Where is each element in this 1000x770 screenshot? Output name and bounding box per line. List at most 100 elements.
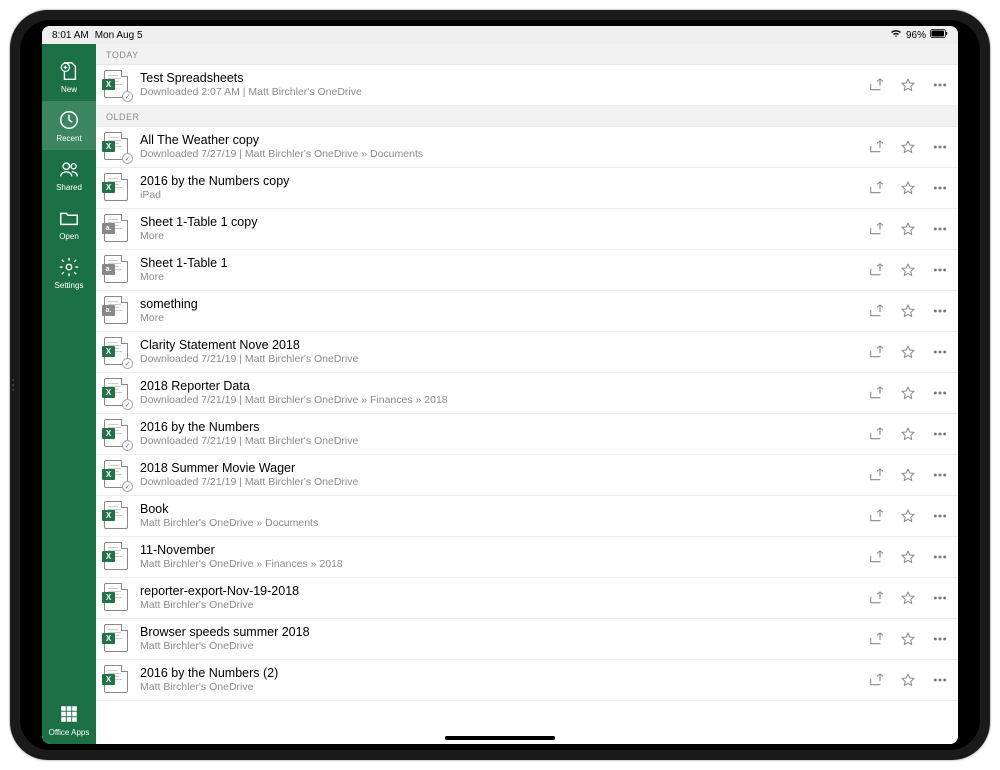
file-title: Sheet 1-Table 1 copy xyxy=(140,215,868,230)
file-row[interactable]: X11-NovemberMatt Birchler's OneDrive » F… xyxy=(96,537,958,578)
file-row[interactable]: X✓Test SpreadsheetsDownloaded 2:07 AM | … xyxy=(96,65,958,106)
pin-button[interactable] xyxy=(900,221,916,237)
share-icon xyxy=(868,139,884,155)
more-button[interactable] xyxy=(932,590,948,606)
sidebar-item-settings[interactable]: Settings xyxy=(42,248,96,297)
file-row[interactable]: X2016 by the Numbers copyiPad xyxy=(96,168,958,209)
pin-button[interactable] xyxy=(900,631,916,647)
file-icon: a. xyxy=(104,296,130,326)
file-row[interactable]: a.Sheet 1-Table 1 copyMore xyxy=(96,209,958,250)
file-title: Browser speeds summer 2018 xyxy=(140,625,868,640)
more-button[interactable] xyxy=(932,467,948,483)
pin-button[interactable] xyxy=(900,139,916,155)
star-icon xyxy=(900,549,916,565)
sidebar-item-office-apps[interactable]: Office Apps xyxy=(42,695,96,744)
file-row[interactable]: X2016 by the Numbers (2)Matt Birchler's … xyxy=(96,660,958,701)
file-subtitle: More xyxy=(140,312,868,326)
star-icon xyxy=(900,221,916,237)
more-button[interactable] xyxy=(932,180,948,196)
star-icon xyxy=(900,672,916,688)
pin-button[interactable] xyxy=(900,590,916,606)
file-icon: X xyxy=(104,624,130,654)
share-button[interactable] xyxy=(868,139,884,155)
more-button[interactable] xyxy=(932,139,948,155)
excel-badge: X xyxy=(102,592,115,603)
pin-button[interactable] xyxy=(900,385,916,401)
share-button[interactable] xyxy=(868,672,884,688)
file-subtitle: Downloaded 7/27/19 | Matt Birchler's One… xyxy=(140,148,868,162)
file-title: 2016 by the Numbers (2) xyxy=(140,666,868,681)
star-icon xyxy=(900,344,916,360)
sidebar-item-recent[interactable]: Recent xyxy=(42,101,96,150)
file-row[interactable]: Xreporter-export-Nov-19-2018Matt Birchle… xyxy=(96,578,958,619)
pin-button[interactable] xyxy=(900,77,916,93)
file-icon: X xyxy=(104,501,130,531)
file-subtitle: More xyxy=(140,271,868,285)
file-row[interactable]: a.somethingMore xyxy=(96,291,958,332)
sidebar-item-open[interactable]: Open xyxy=(42,199,96,248)
share-button[interactable] xyxy=(868,262,884,278)
share-button[interactable] xyxy=(868,77,884,93)
share-button[interactable] xyxy=(868,631,884,647)
file-row[interactable]: XBookMatt Birchler's OneDrive » Document… xyxy=(96,496,958,537)
file-icon: X✓ xyxy=(104,378,130,408)
share-button[interactable] xyxy=(868,467,884,483)
file-row[interactable]: X✓2018 Summer Movie WagerDownloaded 7/21… xyxy=(96,455,958,496)
more-button[interactable] xyxy=(932,426,948,442)
more-button[interactable] xyxy=(932,385,948,401)
sidebar-item-label: Recent xyxy=(56,134,81,143)
file-title: 2016 by the Numbers copy xyxy=(140,174,868,189)
pin-button[interactable] xyxy=(900,180,916,196)
pin-button[interactable] xyxy=(900,303,916,319)
file-row[interactable]: XBrowser speeds summer 2018Matt Birchler… xyxy=(96,619,958,660)
share-button[interactable] xyxy=(868,508,884,524)
file-row[interactable]: X✓2016 by the NumbersDownloaded 7/21/19 … xyxy=(96,414,958,455)
share-button[interactable] xyxy=(868,385,884,401)
file-title: 11-November xyxy=(140,543,868,558)
file-list[interactable]: TODAYX✓Test SpreadsheetsDownloaded 2:07 … xyxy=(96,44,958,744)
share-button[interactable] xyxy=(868,344,884,360)
more-button[interactable] xyxy=(932,303,948,319)
pin-button[interactable] xyxy=(900,262,916,278)
file-row[interactable]: X✓All The Weather copyDownloaded 7/27/19… xyxy=(96,127,958,168)
share-button[interactable] xyxy=(868,590,884,606)
sidebar-item-new[interactable]: New xyxy=(42,52,96,101)
share-button[interactable] xyxy=(868,221,884,237)
pin-button[interactable] xyxy=(900,344,916,360)
more-button[interactable] xyxy=(932,549,948,565)
more-button[interactable] xyxy=(932,262,948,278)
more-icon xyxy=(932,180,948,196)
pin-button[interactable] xyxy=(900,508,916,524)
wifi-icon xyxy=(890,29,902,41)
more-button[interactable] xyxy=(932,631,948,647)
star-icon xyxy=(900,508,916,524)
file-row[interactable]: X✓Clarity Statement Nove 2018Downloaded … xyxy=(96,332,958,373)
status-bar: 8:01 AM Mon Aug 5 96% xyxy=(42,26,958,44)
excel-badge: X xyxy=(102,79,115,90)
excel-badge: X xyxy=(102,346,115,357)
more-button[interactable] xyxy=(932,344,948,360)
more-icon xyxy=(932,385,948,401)
more-button[interactable] xyxy=(932,221,948,237)
file-icon: X✓ xyxy=(104,337,130,367)
sidebar-item-shared[interactable]: Shared xyxy=(42,150,96,199)
excel-badge: X xyxy=(102,387,115,398)
share-icon xyxy=(868,631,884,647)
share-button[interactable] xyxy=(868,549,884,565)
more-button[interactable] xyxy=(932,672,948,688)
more-button[interactable] xyxy=(932,77,948,93)
file-row[interactable]: X✓2018 Reporter DataDownloaded 7/21/19 |… xyxy=(96,373,958,414)
file-row[interactable]: a.Sheet 1-Table 1More xyxy=(96,250,958,291)
generic-file-badge: a. xyxy=(102,223,115,234)
file-title: 2016 by the Numbers xyxy=(140,420,868,435)
share-button[interactable] xyxy=(868,303,884,319)
pin-button[interactable] xyxy=(900,549,916,565)
pin-button[interactable] xyxy=(900,426,916,442)
pin-button[interactable] xyxy=(900,467,916,483)
more-button[interactable] xyxy=(932,508,948,524)
pin-button[interactable] xyxy=(900,672,916,688)
home-indicator[interactable] xyxy=(445,736,555,740)
file-subtitle: Downloaded 2:07 AM | Matt Birchler's One… xyxy=(140,86,868,100)
share-button[interactable] xyxy=(868,180,884,196)
share-button[interactable] xyxy=(868,426,884,442)
